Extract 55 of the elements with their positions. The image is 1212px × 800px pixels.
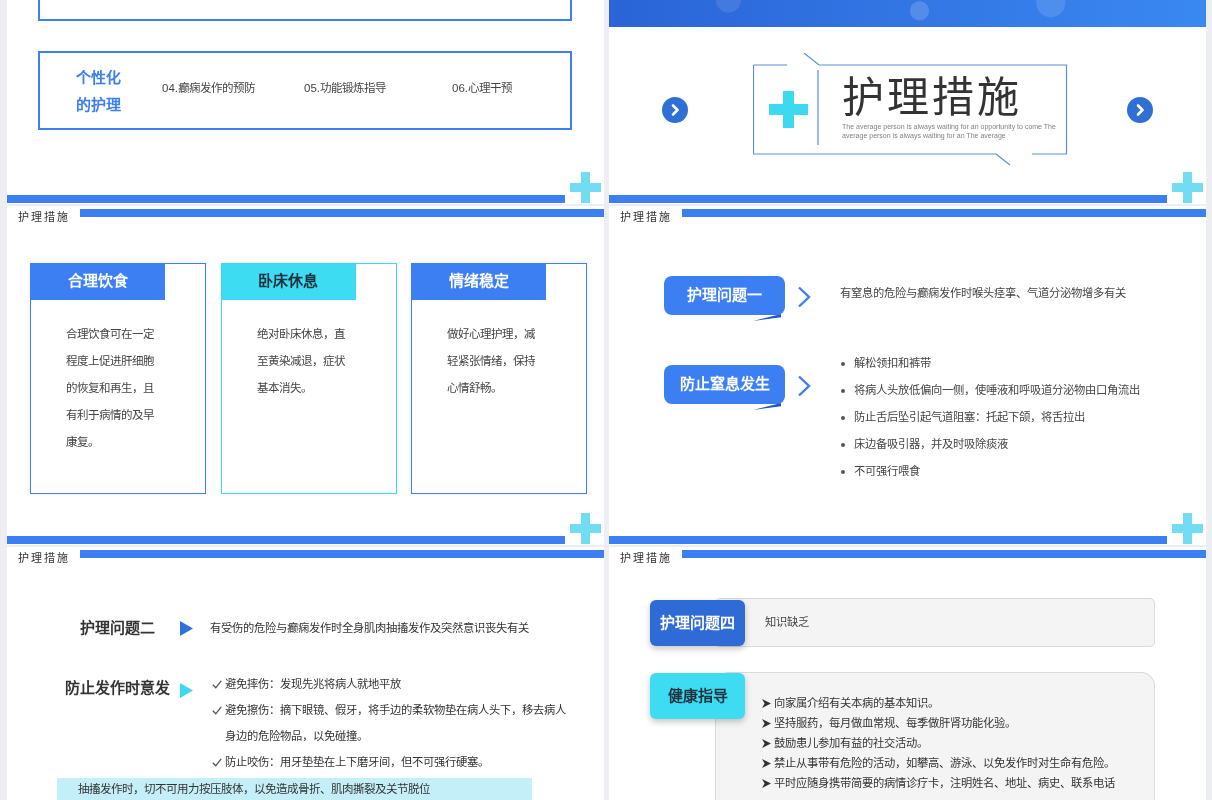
- card-text: 绝对卧床休息，直至黄染减退，症状基本消失。: [256, 327, 346, 396]
- list-item: 避免摔伤：发现先兆将病人就地平放: [225, 677, 401, 692]
- card-header: 卧床休息: [220, 263, 356, 300]
- plus-icon: [1172, 172, 1203, 203]
- list-item: 避免擦伤：摘下眼镜、假牙，将手边的柔软物垫在病人头下，移去病人身边的危险物品，以免碰撞。: [225, 703, 567, 744]
- slide-title: 护理措施: [842, 75, 1022, 121]
- note-banner: 抽搐发作时，切不可用力按压肢体，以免造成骨折、肌肉撕裂及关节脱位: [57, 778, 532, 800]
- card-header: 合理饮食: [30, 263, 165, 300]
- group-item: 05.功能锻炼指导: [304, 81, 386, 94]
- list-item: 鼓励患儿参加有益的社交活动。: [774, 736, 928, 751]
- section-label: 护理措施: [18, 210, 70, 225]
- bullet-icon: [841, 388, 845, 393]
- panel-text: 知识缺乏: [765, 615, 809, 631]
- list-item: 不可强行喂食: [854, 464, 920, 479]
- list-item: 平时应随身携带简要的病情诊疗卡，注明姓名、地址、病史、联系电话: [774, 776, 1115, 791]
- bullet-icon: [841, 415, 845, 420]
- card-header: 情绪稳定: [411, 263, 546, 300]
- chevron-circle-icon: [1127, 96, 1153, 123]
- check-icon: [212, 758, 222, 767]
- list-item: 防止舌后坠引起气道阻塞：托起下颌，将舌拉出: [854, 410, 1085, 425]
- list-item: 将病人头放低偏向一侧，使唾液和呼吸道分泌物由口角流出: [854, 383, 1140, 398]
- problem-label: 健康指导: [650, 673, 745, 719]
- card-text: 合理饮食可在一定程度上促进肝细胞的恢复和再生，且有利于病情的及早康复。: [66, 327, 155, 450]
- problem-label: 护理问题四: [650, 600, 745, 646]
- problem-label: 护理问题一: [664, 276, 785, 321]
- section-label: 护理措施: [18, 551, 70, 566]
- list-item: 禁止从事带有危险的活动，如攀高、游泳、以免发作时对生命有危险。: [774, 756, 1115, 771]
- section-label: 护理措施: [620, 210, 672, 225]
- list-item: 解松领扣和裤带: [854, 356, 931, 371]
- list-item: 坚持服药，每月做血常规、每季做肝肾功能化验。: [774, 716, 1016, 731]
- cross-icon: [769, 91, 808, 128]
- problem-label: 防止窒息发生: [664, 365, 785, 410]
- list-item: 床边备吸引器，并及时吸除痰液: [854, 437, 1008, 452]
- group-item: 04.癫痫发作的预防: [162, 81, 255, 94]
- chevron-right-icon: [797, 286, 811, 308]
- plus-icon: [570, 172, 601, 203]
- bullet-icon: [841, 469, 845, 474]
- bullet-icon: [841, 361, 845, 366]
- list-item: 防止咬伤：用牙垫垫在上下磨牙间，但不可强行硬塞。: [225, 755, 489, 770]
- problem-heading: 护理问题二: [79, 618, 155, 638]
- check-icon: [212, 706, 222, 715]
- card-text: 做好心理护理，减轻紧张情绪，保持心情舒畅。: [447, 326, 536, 396]
- chevron-circle-icon: [662, 96, 688, 123]
- plus-icon: [1172, 513, 1203, 544]
- group-label: 个性化的护理: [76, 67, 121, 115]
- problem-heading: 防止发作时意发: [64, 678, 170, 698]
- section-label: 护理措施: [620, 551, 672, 566]
- list-item: 向家属介绍有关本病的基本知识。: [774, 696, 939, 711]
- bullet-icon: [841, 442, 845, 447]
- problem-text: 有受伤的危险与癫痫发作时全身肌肉抽搐发作及突然意识丧失有关: [210, 621, 529, 636]
- chevron-right-icon: [797, 375, 811, 397]
- group-item: 06.心理干预: [452, 81, 512, 94]
- check-icon: [212, 680, 222, 689]
- plus-icon: [570, 513, 601, 544]
- problem-text: 有窒息的危险与癫痫发作时喉头痉挛、气道分泌物增多有关: [840, 286, 1126, 301]
